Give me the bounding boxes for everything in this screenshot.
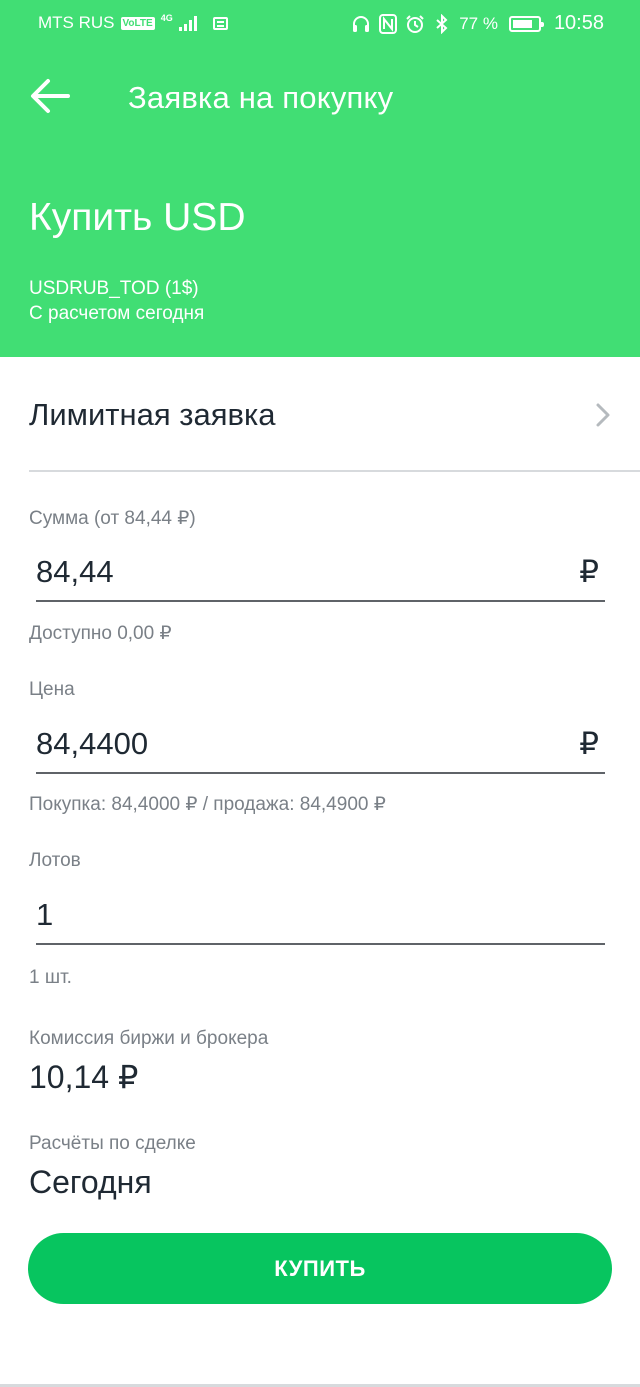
volte-badge: VoLTE bbox=[120, 16, 155, 30]
divider bbox=[29, 470, 640, 472]
amount-value: 84,44 bbox=[36, 554, 114, 589]
alarm-icon bbox=[405, 14, 425, 34]
battery-percent: 77 % bbox=[459, 13, 498, 33]
amount-input[interactable]: 84,44 ₽ bbox=[36, 548, 605, 602]
buy-button[interactable]: КУПИТЬ bbox=[28, 1233, 612, 1304]
status-bar: MTS RUS VoLTE 4G 77 % 10:58 bbox=[0, 0, 640, 46]
chevron-right-icon bbox=[594, 402, 612, 428]
order-type-selector[interactable]: Лимитная заявка bbox=[0, 380, 640, 452]
clock: 10:58 bbox=[553, 12, 604, 34]
available-balance: Доступно 0,00 ₽ bbox=[29, 623, 172, 644]
carrier-name: MTS RUS bbox=[38, 13, 115, 32]
price-currency: ₽ bbox=[579, 726, 599, 761]
ticker-label: USDRUB_TOD (1$) bbox=[29, 278, 199, 299]
settlement-label: Расчёты по сделке bbox=[29, 1133, 196, 1154]
price-label: Цена bbox=[29, 679, 75, 700]
settlement-value: Сегодня bbox=[29, 1164, 152, 1200]
amount-currency: ₽ bbox=[579, 554, 599, 589]
header: MTS RUS VoLTE 4G 77 % 10:58 Заявка на по… bbox=[0, 0, 640, 357]
status-right: 77 % 10:58 bbox=[351, 12, 604, 35]
app-root: MTS RUS VoLTE 4G 77 % 10:58 Заявка на по… bbox=[0, 0, 640, 1387]
amount-label: Сумма (от 84,44 ₽) bbox=[29, 508, 196, 529]
commission-value: 10,14 ₽ bbox=[29, 1059, 139, 1095]
headphones-icon bbox=[351, 14, 371, 34]
lots-label: Лотов bbox=[29, 850, 81, 871]
page-title: Заявка на покупку bbox=[128, 80, 394, 115]
nfc-icon bbox=[378, 13, 398, 34]
message-icon bbox=[212, 16, 228, 30]
price-input[interactable]: 84,4400 ₽ bbox=[36, 720, 605, 774]
buy-title: Купить USD bbox=[29, 196, 246, 239]
toolbar: Заявка на покупку bbox=[0, 62, 640, 132]
price-hint: Покупка: 84,4000 ₽ / продажа: 84,4900 ₽ bbox=[29, 794, 386, 815]
network-type: 4G bbox=[160, 12, 173, 23]
lots-value: 1 bbox=[36, 897, 54, 932]
lots-input[interactable]: 1 bbox=[36, 891, 605, 945]
status-left: MTS RUS VoLTE 4G bbox=[38, 13, 228, 33]
order-type-label: Лимитная заявка bbox=[29, 397, 276, 432]
battery-icon bbox=[508, 15, 544, 32]
back-arrow-icon[interactable] bbox=[28, 76, 72, 116]
price-value: 84,4400 bbox=[36, 726, 149, 761]
commission-label: Комиссия биржи и брокера bbox=[29, 1028, 269, 1049]
settlement-note: С расчетом сегодня bbox=[29, 303, 205, 324]
signal-icon bbox=[178, 15, 197, 31]
bluetooth-icon bbox=[432, 13, 452, 34]
lots-hint: 1 шт. bbox=[29, 967, 72, 988]
